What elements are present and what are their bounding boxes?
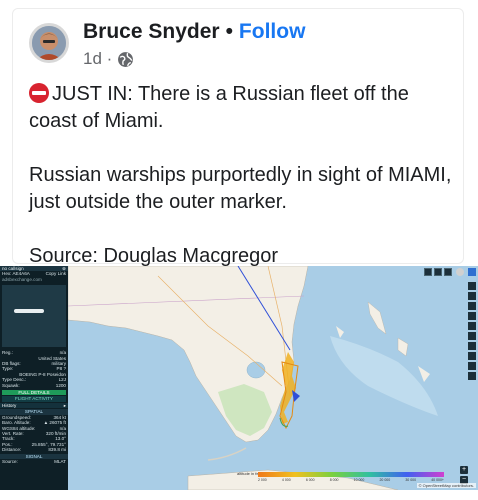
post-line-1: JUST IN: There is a Russian fleet off th… — [29, 81, 459, 135]
source-label: Source: — [2, 458, 18, 464]
distance-label: Distance: — [2, 447, 22, 453]
altitude-legend-bar — [258, 472, 444, 477]
legend-tick: 2 000 — [258, 478, 267, 482]
source: MLAT — [54, 458, 66, 464]
map-canvas — [67, 266, 478, 490]
squawk-label: Squawk: — [2, 382, 20, 388]
chevron-icon: ▸ — [63, 402, 66, 408]
site-link[interactable]: adsbexchange.com — [2, 277, 42, 282]
history-label: History — [2, 402, 17, 408]
author-row: Bruce Snyder • Follow — [83, 20, 305, 44]
map-button-r[interactable] — [468, 352, 476, 360]
legend-tick: 40 000+ — [431, 478, 444, 482]
right-button-column — [468, 282, 476, 392]
post-meta: 1d · — [83, 49, 134, 69]
copy-link[interactable]: Copy Link — [46, 271, 66, 276]
no-entry-icon — [29, 83, 49, 103]
map[interactable] — [67, 266, 478, 490]
post-time[interactable]: 1d · — [83, 49, 112, 69]
aircraft-info-panel: no callsign ⊗ Hex: AE4A6A Copy Link adsb… — [0, 266, 68, 490]
squawk-row: Squawk: 1200 — [0, 383, 68, 388]
distance: 839.8 mi — [48, 447, 66, 453]
legend-tick: 8 000 — [329, 478, 339, 482]
map-button-b[interactable] — [468, 372, 476, 380]
flight-tracker-screenshot: + − no callsign ⊗ Hex: AE4A6A Copy Link … — [0, 266, 478, 490]
squawk-value: 1200 — [55, 382, 66, 388]
type-label: Type: — [2, 366, 14, 372]
settings-icon[interactable] — [456, 268, 464, 276]
legend-tick: 20 000 — [379, 478, 391, 482]
hex-label: Hex: — [2, 271, 12, 277]
toolbar-button-3[interactable] — [444, 268, 452, 276]
altitude-legend-ticks: 2 000 4 000 6 000 8 000 10 000 20 000 30… — [258, 478, 444, 482]
aircraft-photo — [2, 285, 66, 348]
source-row: Source: MLAT — [0, 459, 68, 464]
reg-label: Reg.: — [2, 350, 13, 356]
legend-tick: 4 000 — [281, 478, 291, 482]
map-attribution[interactable]: © OpenStreetMap contributors. — [416, 483, 476, 488]
separator-dot: • — [225, 20, 233, 43]
globe-icon — [118, 51, 134, 67]
post-line-2: Russian warships purportedly in sight of… — [29, 164, 452, 213]
post-body: JUST IN: There is a Russian fleet off th… — [29, 81, 459, 270]
map-button-o[interactable] — [468, 292, 476, 300]
map-button-m[interactable] — [468, 322, 476, 330]
legend-tick: 6 000 — [305, 478, 315, 482]
map-button-a[interactable] — [468, 362, 476, 370]
plane-silhouette — [14, 309, 44, 314]
author-avatar[interactable] — [29, 23, 69, 63]
map-button-i[interactable] — [468, 312, 476, 320]
history-row[interactable]: History ▸ — [0, 402, 68, 409]
zoom-in-button[interactable]: + — [460, 466, 468, 474]
flight-activity-button[interactable]: FLIGHT ACTIVITY — [2, 396, 66, 402]
legend-tick: 30 000 — [405, 478, 417, 482]
map-button-p[interactable] — [468, 332, 476, 340]
social-post: Bruce Snyder • Follow 1d · JUST IN: There … — [12, 8, 464, 267]
map-button-k[interactable] — [468, 302, 476, 310]
map-button-f[interactable] — [468, 342, 476, 350]
hex-value: AE4A6A — [12, 271, 30, 277]
collapse-icon[interactable] — [468, 268, 476, 276]
avatar-photo — [32, 26, 66, 60]
follow-button[interactable]: Follow — [239, 20, 306, 43]
legend-tick: 10 000 — [353, 478, 365, 482]
distance-row: Distance: 839.8 mi — [0, 447, 68, 452]
site-row: adsbexchange.com — [0, 277, 68, 282]
map-button-l[interactable] — [468, 282, 476, 290]
toolbar-button-2[interactable] — [434, 268, 442, 276]
toolbar-button-1[interactable] — [424, 268, 432, 276]
post-line-1-text: JUST IN: There is a Russian fleet off th… — [29, 83, 409, 132]
full-details-button[interactable]: FULL DETAILS — [2, 390, 66, 396]
author-name[interactable]: Bruce Snyder — [83, 20, 220, 43]
